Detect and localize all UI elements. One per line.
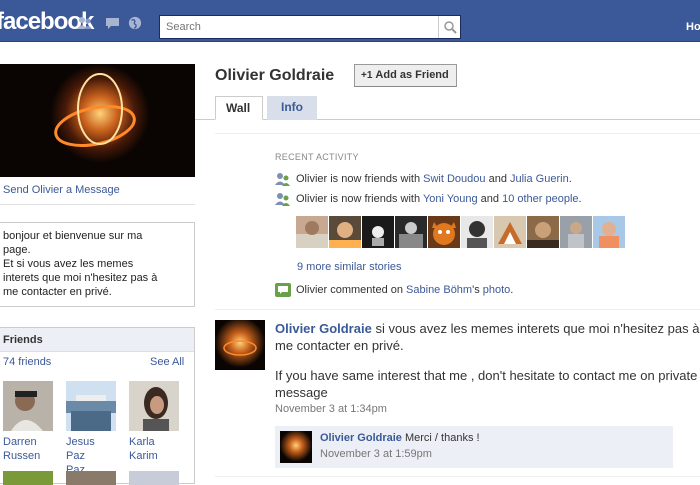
recent-activity-title: RECENT ACTIVITY — [275, 152, 359, 162]
friend-thumbnail[interactable] — [494, 216, 526, 248]
divider — [215, 309, 700, 310]
post-text: If you have same interest that me , don'… — [275, 368, 698, 400]
divider — [215, 476, 700, 477]
friend-link-yoni-young[interactable]: Yoni Young — [423, 193, 478, 205]
activity-text: . — [578, 193, 582, 205]
friend-photo[interactable] — [3, 381, 53, 431]
friend-photo[interactable] — [129, 471, 179, 485]
friend-thumbnail[interactable] — [296, 216, 328, 248]
friend-name[interactable]: Karim — [129, 449, 179, 463]
friend-item[interactable]: Karla Karim — [129, 381, 179, 463]
profile-picture[interactable] — [0, 64, 195, 177]
friend-thumbnail[interactable] — [593, 216, 625, 248]
home-link[interactable]: Ho — [686, 21, 700, 33]
friends-count-link[interactable]: 74 friends — [3, 356, 51, 368]
comment-author-avatar[interactable] — [280, 431, 312, 463]
post-author-link[interactable]: Olivier Goldraie — [275, 321, 372, 336]
add-friend-icon: +1 — [361, 70, 373, 81]
comment-timestamp[interactable]: November 3 at 1:59pm — [320, 448, 432, 460]
add-as-friend-button[interactable]: +1 Add as Friend — [354, 64, 457, 87]
friend-name[interactable]: Jesus Paz — [66, 435, 116, 463]
more-stories-link[interactable]: 9 more similar stories — [297, 261, 402, 273]
friend-item[interactable]: Jesus Paz Paz — [66, 381, 116, 477]
post-author-avatar[interactable] — [215, 320, 265, 370]
tab-wall[interactable]: Wall — [215, 96, 263, 120]
top-bar: facebook Ho — [0, 0, 700, 42]
user-link-sabine-bohm[interactable]: Sabine Böhm — [406, 284, 472, 296]
add-friend-label: Add as Friend — [375, 69, 449, 81]
friend-photo[interactable] — [3, 471, 53, 485]
search-icon — [444, 21, 457, 34]
friend-photo[interactable] — [66, 381, 116, 431]
bio-line: page. — [3, 244, 31, 256]
comment-author-link[interactable]: Olivier Goldraie — [320, 432, 402, 444]
search-box — [159, 15, 461, 39]
friend-name[interactable]: Russen — [3, 449, 53, 463]
profile-name: Olivier Goldraie — [215, 67, 335, 84]
comment: Olivier Goldraie Merci / thanks ! Novemb… — [275, 426, 673, 468]
friend-item[interactable]: Darren Russen — [3, 381, 53, 463]
friend-name[interactable]: Karla — [129, 435, 179, 449]
bio-line: Et si vous avez les memes — [3, 258, 134, 270]
bio-line: interets que moi n'hesitez pas à — [3, 272, 158, 284]
notifications-globe-icon[interactable] — [127, 16, 143, 30]
friend-name[interactable]: Darren — [3, 435, 53, 449]
friends-header: Friends — [0, 328, 194, 352]
other-people-link[interactable]: 10 other people — [502, 193, 578, 205]
friend-thumbnail[interactable] — [428, 216, 460, 248]
friends-box: Friends 74 friends See All Darren Russen… — [0, 327, 195, 485]
divider — [0, 204, 195, 205]
activity-text: and — [477, 193, 503, 205]
activity-text: . — [568, 173, 572, 185]
photo-link[interactable]: photo — [483, 284, 511, 296]
comment-text: Merci / thanks ! — [401, 432, 480, 444]
comment-icon — [275, 283, 291, 297]
friend-thumbnail[interactable] — [395, 216, 427, 248]
bio-box: bonjour et bienvenue sur ma page. Et si … — [0, 222, 195, 307]
activity-text: Olivier is now friends with — [296, 173, 424, 185]
friend-thumbnail[interactable] — [461, 216, 493, 248]
friend-thumbnail[interactable] — [527, 216, 559, 248]
post-timestamp[interactable]: November 3 at 1:34pm — [275, 403, 387, 415]
search-input[interactable] — [160, 16, 438, 38]
send-message-link[interactable]: Send Olivier a Message — [3, 184, 120, 196]
friend-link-julia-guerin[interactable]: Julia Guerin — [510, 173, 569, 185]
see-all-friends-link[interactable]: See All — [150, 356, 184, 368]
friend-thumbnail[interactable] — [362, 216, 394, 248]
friendship-icon — [275, 173, 290, 186]
friend-requests-icon[interactable] — [77, 16, 93, 30]
search-button[interactable] — [438, 16, 460, 38]
friendship-icon — [275, 193, 290, 206]
bio-line: me contacter en privé. — [3, 286, 112, 298]
activity-text: Olivier commented on — [296, 284, 407, 296]
activity-text: and — [485, 173, 510, 185]
friend-photo[interactable] — [129, 381, 179, 431]
activity-text: 's — [472, 284, 483, 296]
friend-thumbnail[interactable] — [329, 216, 361, 248]
activity-text: Olivier is now friends with — [296, 193, 423, 205]
friend-thumbnail[interactable] — [560, 216, 592, 248]
activity-text: . — [510, 284, 514, 296]
divider — [215, 133, 700, 134]
friend-link-swit-doudou[interactable]: Swit Doudou — [423, 173, 485, 185]
messages-icon[interactable] — [105, 16, 121, 30]
tab-info[interactable]: Info — [267, 96, 317, 120]
wall-post: Olivier Goldraie si vous avez les memes … — [275, 320, 700, 401]
friend-photo[interactable] — [66, 471, 116, 485]
bio-line: bonjour et bienvenue sur ma — [3, 230, 143, 242]
